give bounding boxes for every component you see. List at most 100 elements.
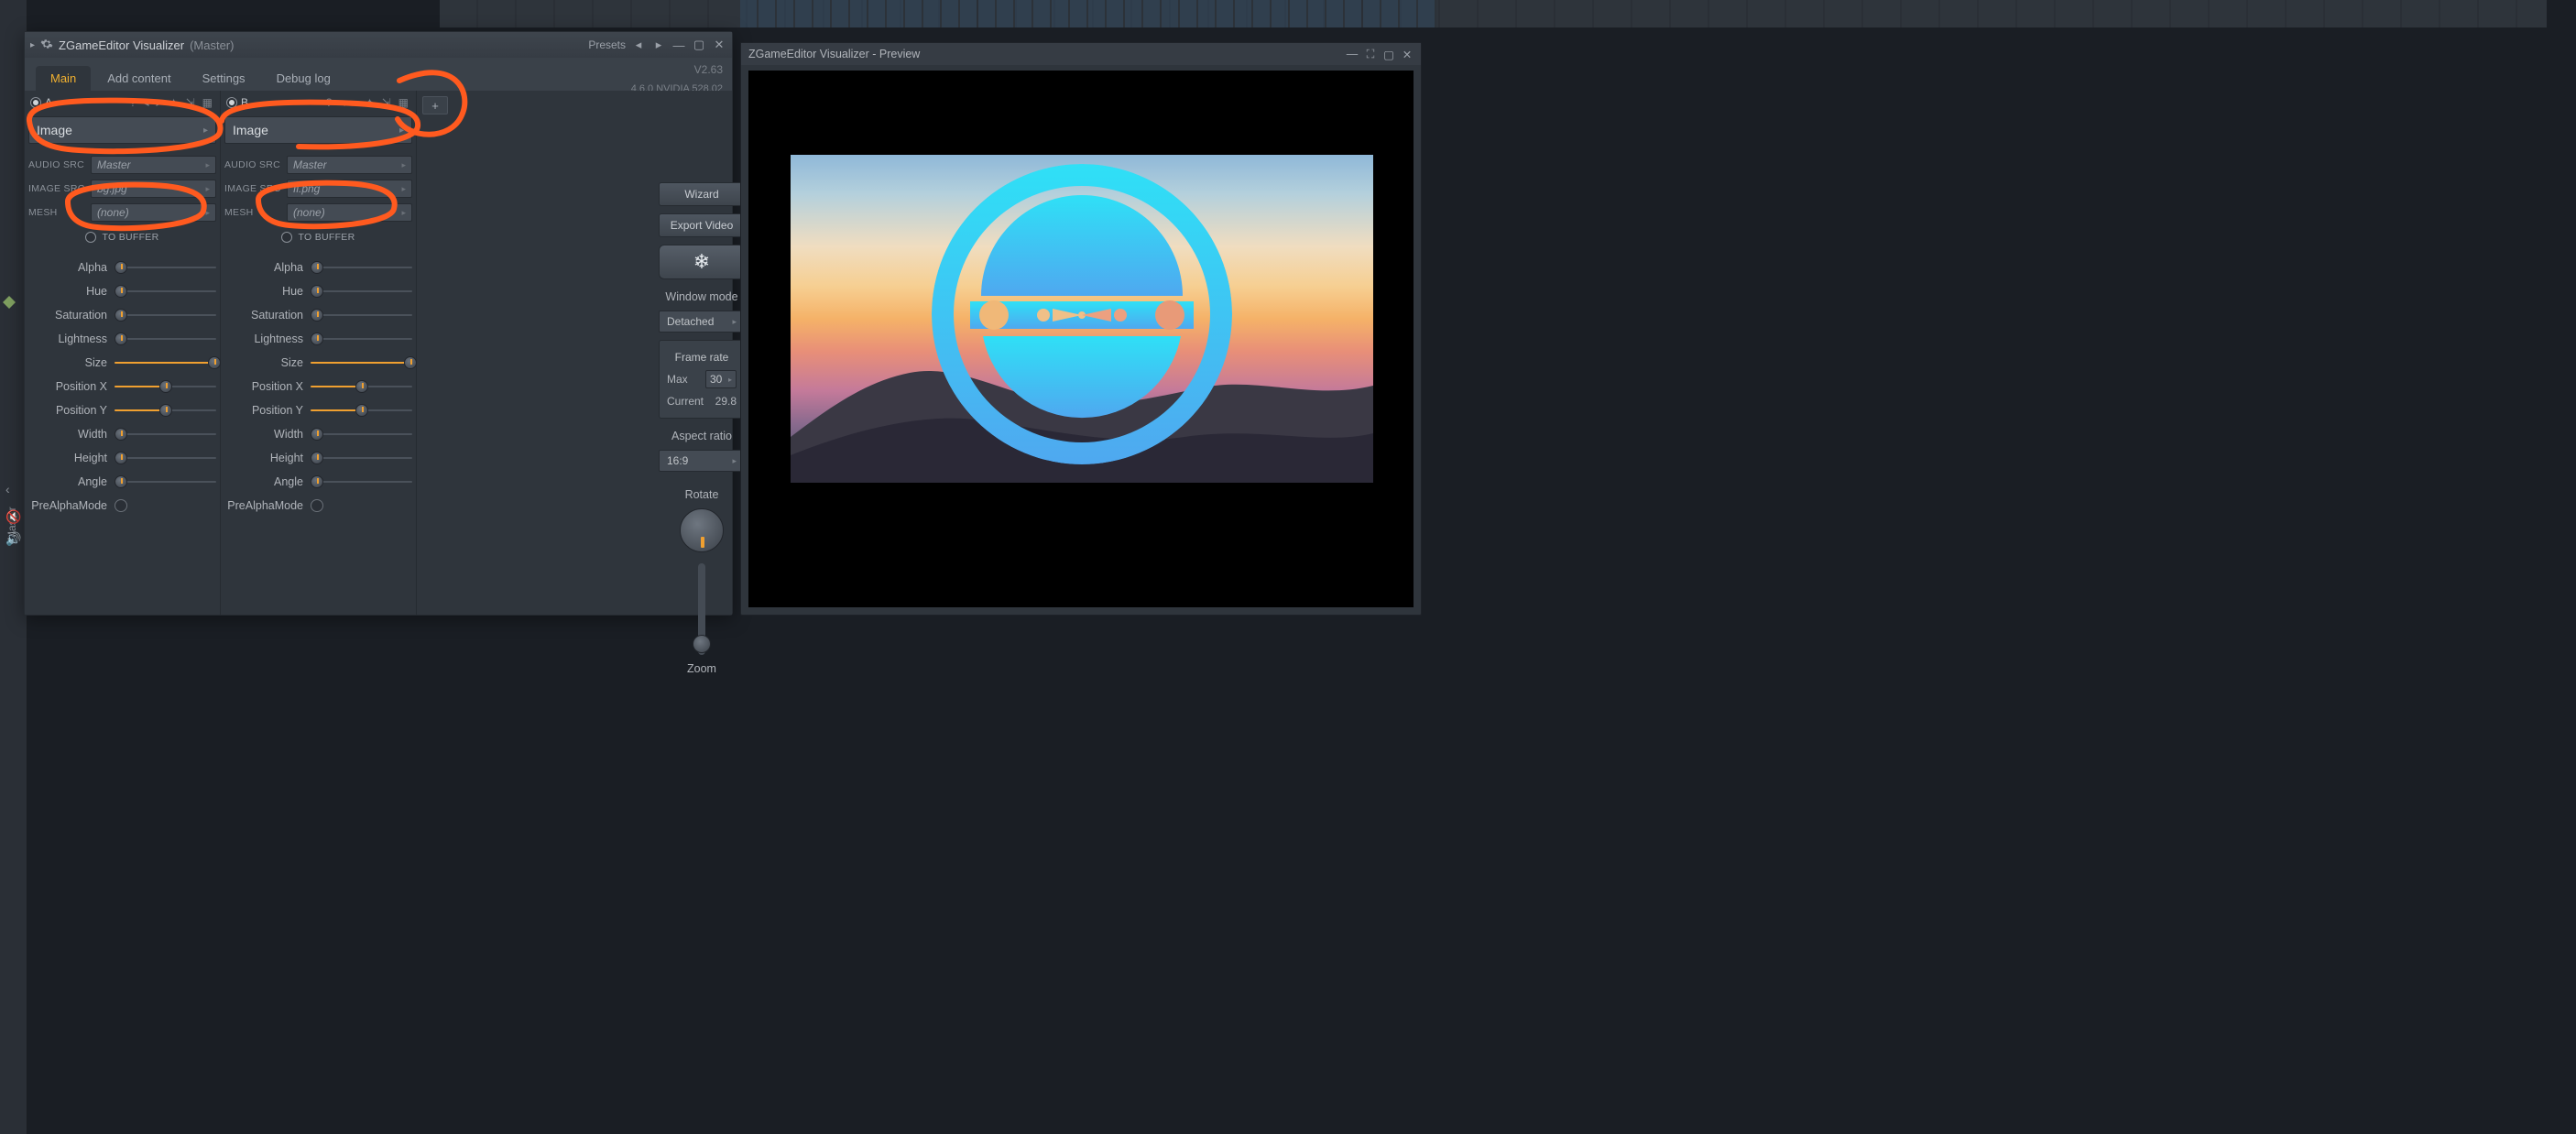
- slider-size[interactable]: [311, 355, 412, 370]
- slider-lightness[interactable]: [311, 332, 412, 346]
- preview-title: ZGameEditor Visualizer - Preview: [748, 48, 920, 60]
- main-body: A ?◂▸✦⇲▦Image▸AUDIO SRC Master▸IMAGE SRC…: [25, 91, 732, 615]
- chevron-right-icon: ▸: [205, 160, 210, 170]
- layer-id-label: A: [45, 96, 52, 109]
- slider-position-x[interactable]: [115, 379, 216, 394]
- audio-src-value: Master: [293, 158, 327, 171]
- slider-saturation[interactable]: [115, 308, 216, 322]
- fullscreen-icon[interactable]: ⛶: [1364, 48, 1377, 60]
- prealpha-toggle[interactable]: [115, 499, 127, 512]
- window-mode-dropdown[interactable]: Detached ▸: [659, 311, 745, 333]
- max-fps-field[interactable]: 30 ▸: [705, 370, 737, 388]
- minimize-icon[interactable]: —: [1346, 48, 1359, 60]
- slider-angle[interactable]: [311, 474, 412, 489]
- maximize-icon[interactable]: ▢: [692, 38, 706, 52]
- window-title-suffix: (Master): [190, 38, 234, 52]
- slider-position-y[interactable]: [115, 403, 216, 418]
- collapse-icon[interactable]: ▸: [30, 40, 35, 50]
- effect-selector[interactable]: Image▸: [224, 116, 412, 144]
- slider-lightness[interactable]: [115, 332, 216, 346]
- wizard-button[interactable]: Wizard: [659, 182, 745, 206]
- layer-tool-icon-3[interactable]: ✦: [364, 96, 377, 109]
- layer-tool-icon-5[interactable]: ▦: [201, 96, 214, 109]
- mute-icon[interactable]: 🔇: [5, 509, 21, 525]
- slider-alpha[interactable]: [311, 260, 412, 275]
- zoom-slider[interactable]: [698, 563, 705, 655]
- layer-enable-radio[interactable]: [30, 97, 41, 108]
- slider-hue[interactable]: [115, 284, 216, 299]
- chevron-right-icon: ▸: [401, 160, 406, 170]
- layer-tool-icon-0[interactable]: ?: [128, 96, 138, 109]
- slider-size[interactable]: [115, 355, 216, 370]
- maximize-icon[interactable]: ▢: [1382, 48, 1395, 60]
- slider-width[interactable]: [115, 427, 216, 442]
- volume-icon[interactable]: 🔊: [5, 531, 21, 547]
- window-mode-label: Window mode: [665, 290, 737, 303]
- layer-tool-icon-5[interactable]: ▦: [397, 96, 410, 109]
- slider-hue[interactable]: [311, 284, 412, 299]
- frame-rate-label: Frame rate: [667, 346, 737, 368]
- preset-prev-icon[interactable]: ◂: [631, 38, 646, 52]
- slider-row-size: Size: [224, 351, 412, 375]
- preview-window: ZGameEditor Visualizer - Preview — ⛶ ▢ ✕: [740, 42, 1422, 616]
- audio-src-label: AUDIO SRC: [28, 159, 85, 170]
- layer-tool-icon-0[interactable]: ?: [324, 96, 334, 109]
- layer-tool-icon-4[interactable]: ⇲: [380, 96, 393, 109]
- to-buffer-radio[interactable]: [281, 232, 292, 243]
- tab-bar: MainAdd contentSettingsDebug log: [25, 63, 732, 91]
- chevron-right-icon: ▸: [401, 184, 406, 194]
- layer-tool-icon-3[interactable]: ✦: [168, 96, 180, 109]
- layer-tool-icon-4[interactable]: ⇲: [184, 96, 197, 109]
- prealpha-row: PreAlphaMode: [224, 494, 412, 518]
- image-src-field[interactable]: fi.png▸: [287, 180, 412, 198]
- to-buffer-row: TO BUFFER: [28, 224, 216, 250]
- chevron-right-icon: ▸: [399, 125, 404, 136]
- effect-selector[interactable]: Image▸: [28, 116, 216, 144]
- rotate-knob[interactable]: [680, 508, 724, 552]
- minimize-icon[interactable]: —: [671, 38, 686, 52]
- slider-width[interactable]: [311, 427, 412, 442]
- audio-src-field[interactable]: Master ▸: [287, 156, 412, 174]
- tab-add-content[interactable]: Add content: [93, 66, 185, 91]
- mesh-src-field[interactable]: (none)▸: [91, 203, 216, 222]
- to-buffer-radio[interactable]: [85, 232, 96, 243]
- plugin-tab-icon[interactable]: [0, 293, 20, 313]
- slider-position-y[interactable]: [311, 403, 412, 418]
- layer-column-a: A ?◂▸✦⇲▦Image▸AUDIO SRC Master▸IMAGE SRC…: [25, 91, 221, 615]
- tab-main[interactable]: Main: [36, 66, 91, 91]
- slider-label: Lightness: [28, 333, 107, 345]
- slider-angle[interactable]: [115, 474, 216, 489]
- slider-label: Position Y: [224, 404, 303, 417]
- tab-debug-log[interactable]: Debug log: [262, 66, 345, 91]
- layer-enable-radio[interactable]: [226, 97, 237, 108]
- slider-height[interactable]: [115, 451, 216, 465]
- export-video-button[interactable]: Export Video: [659, 213, 745, 237]
- image-src-label: IMAGE SRC: [224, 183, 281, 194]
- close-icon[interactable]: ✕: [1401, 48, 1414, 60]
- layer-columns: A ?◂▸✦⇲▦Image▸AUDIO SRC Master▸IMAGE SRC…: [25, 91, 732, 615]
- layer-tool-icon-2[interactable]: ▸: [351, 96, 360, 109]
- slider-position-x[interactable]: [311, 379, 412, 394]
- gear-icon[interactable]: [40, 38, 53, 53]
- image-src-field[interactable]: bg.jpg▸: [91, 180, 216, 198]
- freeze-button[interactable]: ❄: [659, 245, 745, 279]
- preset-next-icon[interactable]: ▸: [651, 38, 666, 52]
- slider-row-position-x: Position X: [28, 375, 216, 398]
- image-src-row: IMAGE SRC fi.png▸: [224, 177, 412, 201]
- slider-saturation[interactable]: [311, 308, 412, 322]
- aspect-ratio-dropdown[interactable]: 16:9 ▸: [659, 450, 745, 472]
- chevron-left-icon[interactable]: ‹: [5, 482, 10, 496]
- prealpha-toggle[interactable]: [311, 499, 323, 512]
- slider-height[interactable]: [311, 451, 412, 465]
- add-layer-button[interactable]: +: [422, 96, 448, 114]
- close-icon[interactable]: ✕: [712, 38, 726, 52]
- tab-settings[interactable]: Settings: [188, 66, 260, 91]
- audio-src-field[interactable]: Master▸: [91, 156, 216, 174]
- layer-tool-icon-1[interactable]: ◂: [337, 96, 346, 109]
- layer-tool-icon-1[interactable]: ◂: [141, 96, 150, 109]
- effect-name: Image: [37, 123, 72, 137]
- audio-src-row: AUDIO SRC Master▸: [224, 153, 412, 177]
- mesh-src-field[interactable]: (none)▸: [287, 203, 412, 222]
- slider-alpha[interactable]: [115, 260, 216, 275]
- layer-tool-icon-2[interactable]: ▸: [155, 96, 164, 109]
